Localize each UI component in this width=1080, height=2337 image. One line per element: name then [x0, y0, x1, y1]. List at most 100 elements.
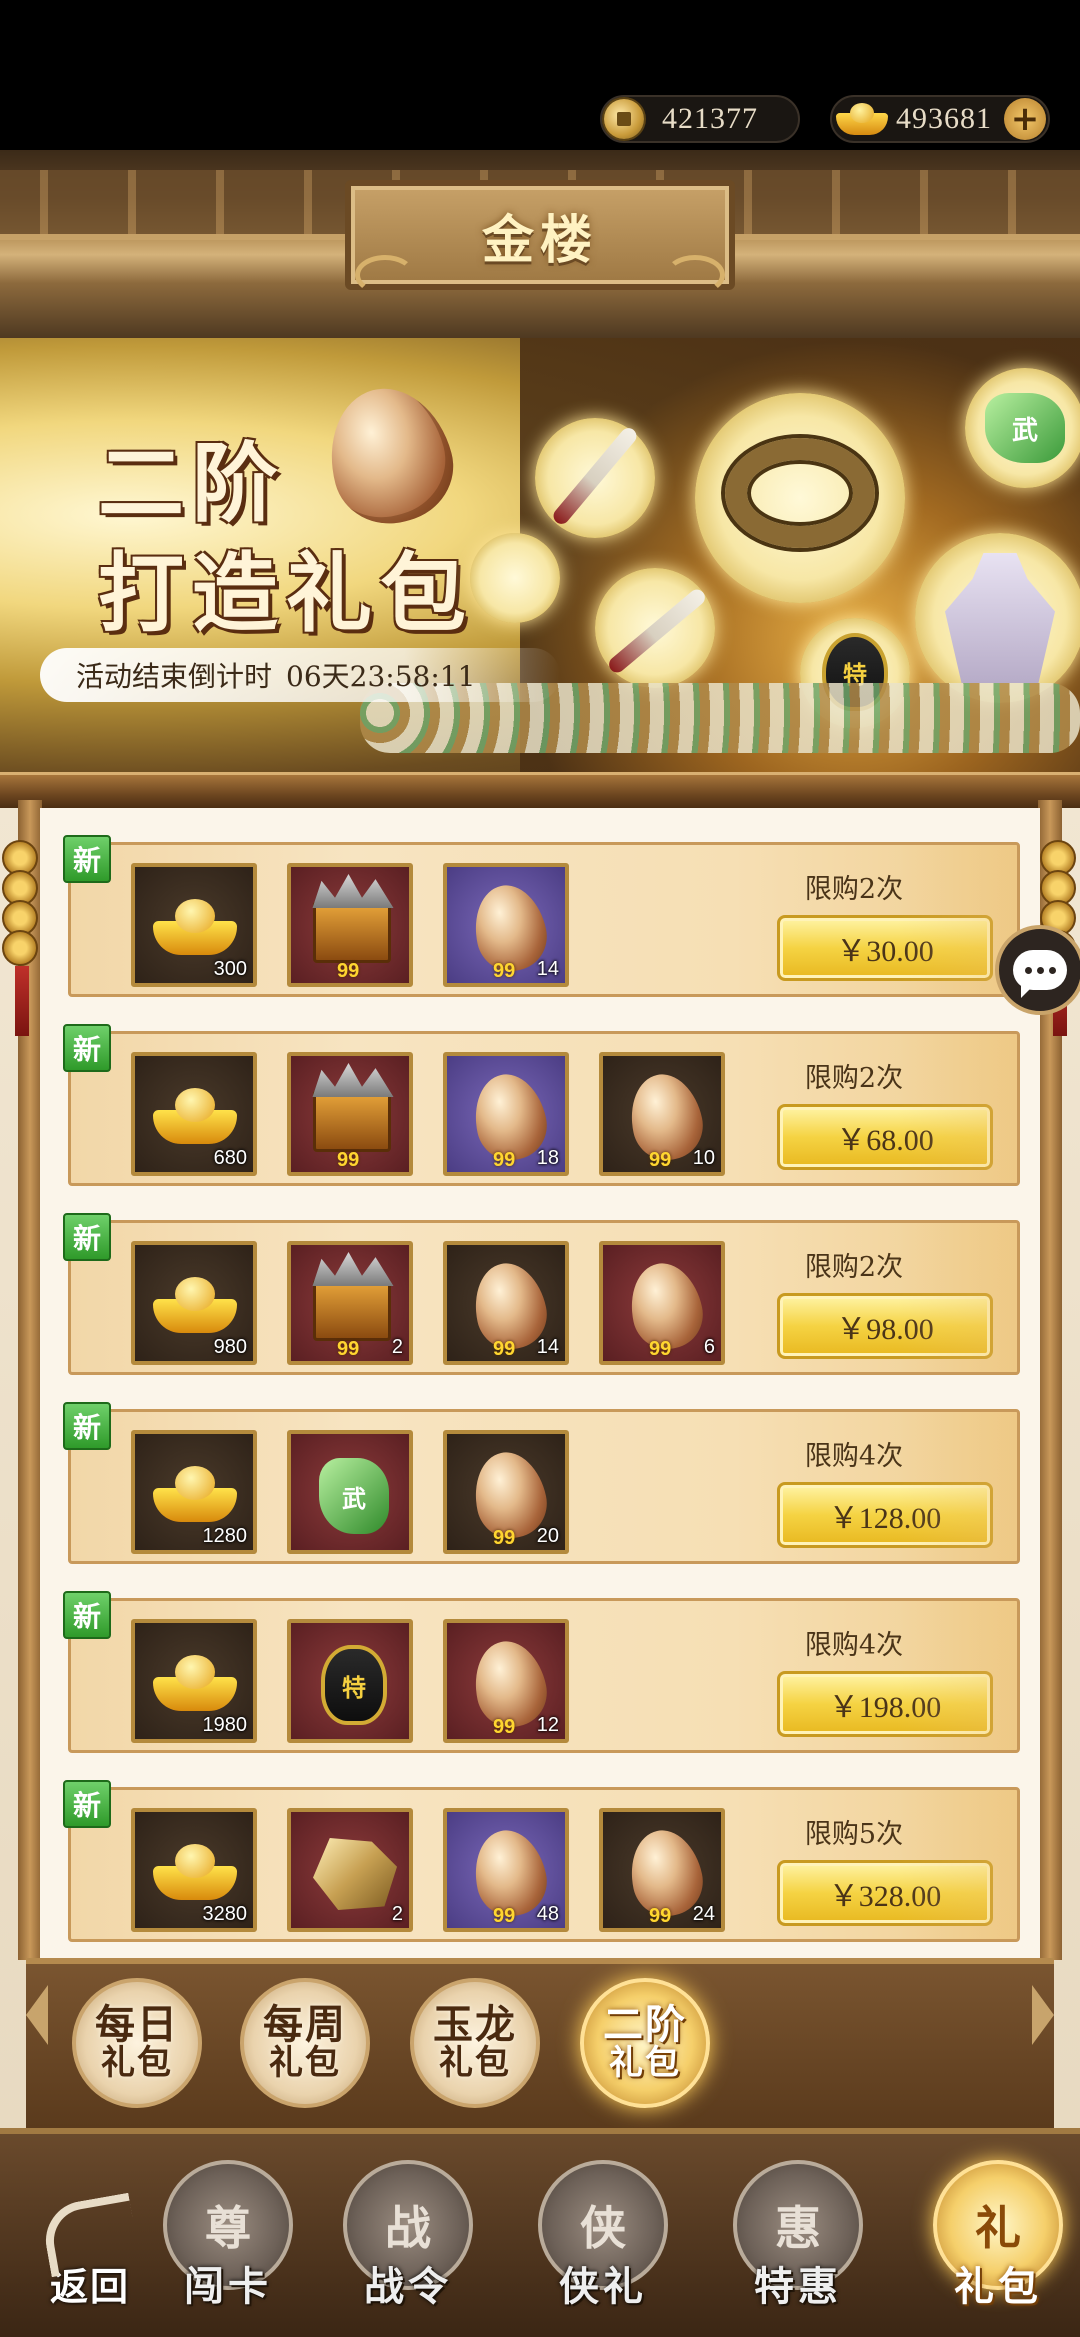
item-quantity: 6: [703, 1336, 715, 1358]
nav-item[interactable]: 尊闯卡: [160, 2160, 296, 2320]
reward-item-shell[interactable]: 99 14: [443, 863, 569, 987]
add-ingot-button[interactable]: +: [1004, 98, 1046, 140]
tab-category[interactable]: 玉龙 礼包: [410, 1978, 540, 2108]
offer-items: 680 99 99 18 99 10: [131, 1052, 755, 1176]
item-tier-badge: 99: [337, 960, 360, 982]
tab-category[interactable]: 二阶 礼包: [580, 1978, 710, 2108]
ingot-amount: 493681: [896, 102, 992, 135]
reward-item-jade[interactable]: 武: [287, 1430, 413, 1554]
buy-price-button[interactable]: ￥128.00: [777, 1482, 993, 1548]
purchase-limit: 限购5次: [804, 1819, 904, 1850]
item-tier-badge: 99: [493, 1716, 516, 1738]
reward-item-ingot[interactable]: 1280: [131, 1430, 257, 1554]
chat-bubble-icon: [1013, 950, 1067, 998]
offer-row: 新 300 99 99 14 限购2次 ￥30.00: [63, 835, 1020, 997]
reward-item-ingot[interactable]: 980: [131, 1241, 257, 1365]
offer-row: 新 1980 特 99 12 限购4次 ￥198.00: [63, 1591, 1020, 1753]
tab-category[interactable]: 每周 礼包: [240, 1978, 370, 2108]
reward-item-shell[interactable]: 99 10: [599, 1052, 725, 1176]
offer-items: 1280 武 99 20: [131, 1430, 599, 1554]
reward-item-chest[interactable]: 99: [287, 863, 413, 987]
item-tier-badge: 99: [493, 960, 516, 982]
item-tier-badge: 99: [493, 1338, 516, 1360]
item-quantity: 2: [391, 1336, 403, 1358]
nav-item[interactable]: 战战令: [340, 2160, 476, 2320]
reward-item-ingot[interactable]: 1980: [131, 1619, 257, 1743]
reward-item-shell[interactable]: 99 48: [443, 1808, 569, 1932]
offer-items: 300 99 99 14: [131, 863, 599, 987]
item-quantity: 3280: [202, 1903, 248, 1925]
buy-price-button[interactable]: ￥328.00: [777, 1860, 993, 1926]
nav-item[interactable]: 礼礼包: [930, 2160, 1066, 2320]
new-badge: 新: [63, 835, 111, 883]
status-bar: 421377 493681 +: [0, 0, 1080, 160]
back-button[interactable]: 返回: [30, 2190, 150, 2320]
item-quantity: 18: [536, 1147, 559, 1169]
buy-price-button[interactable]: ￥30.00: [777, 915, 993, 981]
reward-item-chest[interactable]: 99: [287, 1052, 413, 1176]
nav-label: 战令: [364, 2263, 452, 2310]
buy-price-button[interactable]: ￥98.00: [777, 1293, 993, 1359]
item-quantity: 12: [536, 1714, 559, 1736]
tab-category[interactable]: 每日 礼包: [72, 1978, 202, 2108]
item-quantity: 14: [536, 1336, 559, 1358]
item-quantity: 1280: [202, 1525, 248, 1547]
item-quantity: 680: [213, 1147, 247, 1169]
coin-amount: 421377: [662, 102, 758, 135]
reward-item-ingot[interactable]: 680: [131, 1052, 257, 1176]
gold-ingot-icon: [836, 101, 888, 137]
buy-price-button[interactable]: ￥198.00: [777, 1671, 993, 1737]
item-quantity: 10: [692, 1147, 715, 1169]
ingot-icon: [153, 897, 237, 957]
banner-orb-necklace: [470, 533, 560, 623]
chat-button[interactable]: [995, 925, 1080, 1015]
tab-label-line2: 礼包: [101, 2043, 173, 2084]
item-quantity: 300: [213, 958, 247, 980]
reward-item-shell[interactable]: 99 6: [599, 1241, 725, 1365]
nav-label: 闯卡: [184, 2263, 272, 2310]
item-tier-badge: 99: [649, 1338, 672, 1360]
item-tier-badge: 99: [649, 1149, 672, 1171]
reward-item-token[interactable]: 特: [287, 1619, 413, 1743]
reward-item-ingot[interactable]: 3280: [131, 1808, 257, 1932]
ingot-icon: [153, 1464, 237, 1524]
reward-item-shell[interactable]: 99 20: [443, 1430, 569, 1554]
ingot-icon: [153, 1086, 237, 1146]
nav-item[interactable]: 惠特惠: [730, 2160, 866, 2320]
nav-label: 侠礼: [559, 2263, 647, 2310]
item-quantity: 48: [536, 1903, 559, 1925]
chest-icon: [313, 1090, 391, 1152]
item-quantity: 2: [391, 1903, 403, 1925]
item-quantity: 20: [536, 1525, 559, 1547]
offer-row: 新 680 99 99 18 99 10 限购2次 ￥68.00: [63, 1024, 1020, 1186]
reward-item-shell[interactable]: 99 24: [599, 1808, 725, 1932]
reward-item-ingot[interactable]: 300: [131, 863, 257, 987]
purchase-limit: 限购4次: [804, 1441, 904, 1472]
event-countdown: 活动结束倒计时 06天23:58:11: [40, 648, 560, 702]
offer-items: 1980 特 99 12: [131, 1619, 599, 1743]
reward-item-shell[interactable]: 99 18: [443, 1052, 569, 1176]
banner-jade-icon: 武: [985, 393, 1065, 463]
nav-item[interactable]: 侠侠礼: [535, 2160, 671, 2320]
new-badge: 新: [63, 1213, 111, 1261]
left-cloud-ornament: [355, 255, 415, 295]
reward-item-shell[interactable]: 99 14: [443, 1241, 569, 1365]
new-badge: 新: [63, 1780, 111, 1828]
item-quantity: 24: [692, 1903, 715, 1925]
countdown-label: 活动结束倒计时: [76, 660, 273, 693]
chest-icon: [313, 901, 391, 963]
jade-icon: 武: [319, 1458, 389, 1534]
countdown-time: 06天23:58:11: [286, 660, 476, 693]
copper-coin-icon: [604, 99, 644, 139]
banner-shell-item: [314, 374, 466, 537]
item-tier-badge: 99: [493, 1149, 516, 1171]
reward-item-shell[interactable]: 99 12: [443, 1619, 569, 1743]
purchase-limit: 限购2次: [804, 1252, 904, 1283]
reward-item-ore[interactable]: 2: [287, 1808, 413, 1932]
item-quantity: 980: [213, 1336, 247, 1358]
item-tier-badge: 99: [649, 1905, 672, 1927]
reward-item-chest[interactable]: 99 2: [287, 1241, 413, 1365]
nav-label: 礼包: [954, 2263, 1042, 2310]
buy-price-button[interactable]: ￥68.00: [777, 1104, 993, 1170]
offer-row: 新 980 99 2 99 14 99 6 限购2次 ￥98.00: [63, 1213, 1020, 1375]
